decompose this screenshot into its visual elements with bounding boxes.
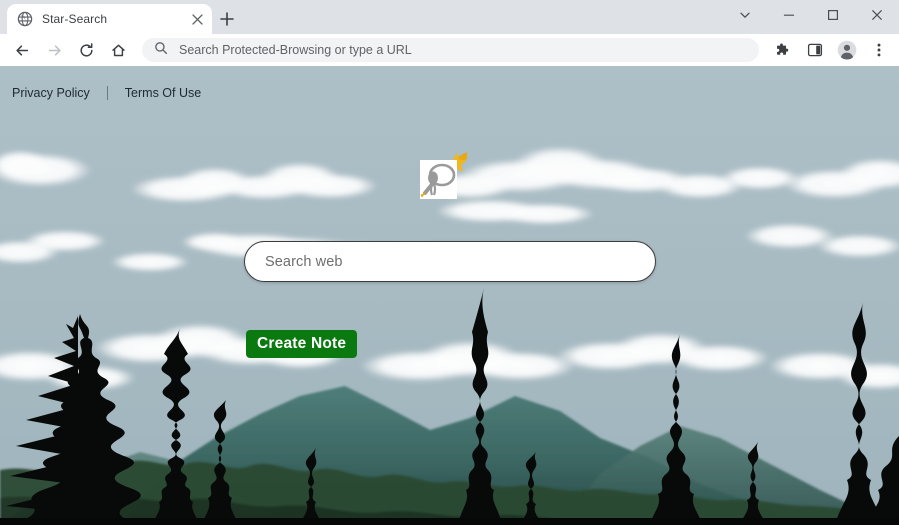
forest-sky-background — [0, 66, 899, 525]
extensions-button[interactable] — [769, 36, 797, 64]
side-panel-button[interactable] — [801, 36, 829, 64]
profile-avatar-icon — [837, 40, 857, 60]
tab-strip: Star-Search — [0, 0, 899, 34]
privacy-policy-link[interactable]: Privacy Policy — [12, 86, 90, 100]
forward-arrow-icon — [46, 42, 63, 59]
three-dot-menu-button[interactable] — [865, 36, 893, 64]
close-window-button[interactable] — [855, 0, 899, 30]
maximize-button[interactable] — [811, 0, 855, 30]
browser-toolbar: Search Protected-Browsing or type a URL — [0, 34, 899, 66]
create-note-button[interactable]: Create Note — [246, 330, 358, 358]
plus-icon — [220, 11, 234, 31]
tab-title: Star-Search — [42, 12, 108, 26]
reload-button[interactable] — [72, 36, 100, 64]
page-content: Privacy Policy Terms Of Use Search web C… — [0, 66, 899, 525]
star-search-logo — [417, 150, 467, 202]
address-bar[interactable]: Search Protected-Browsing or type a URL — [142, 38, 759, 62]
browser-window: Star-Search Search Protected-Browsing or… — [0, 0, 899, 525]
home-icon — [110, 42, 127, 59]
minimize-button[interactable] — [767, 0, 811, 30]
profile-button[interactable] — [833, 36, 861, 64]
window-controls — [723, 0, 899, 30]
globe-icon — [17, 11, 33, 27]
chevron-down-icon — [739, 9, 751, 21]
home-button[interactable] — [104, 36, 132, 64]
minimize-icon — [783, 9, 795, 21]
three-dot-menu-icon — [871, 42, 887, 58]
forward-button[interactable] — [40, 36, 68, 64]
address-bar-text: Search Protected-Browsing or type a URL — [179, 43, 412, 57]
back-arrow-icon — [14, 42, 31, 59]
side-panel-icon — [807, 42, 823, 58]
web-search-input[interactable]: Search web — [244, 241, 656, 282]
terms-of-use-link[interactable]: Terms Of Use — [125, 86, 201, 100]
close-icon — [871, 9, 883, 21]
link-separator — [106, 86, 108, 100]
maximize-icon — [827, 9, 839, 21]
tab-search-button[interactable] — [723, 0, 767, 30]
back-button[interactable] — [8, 36, 36, 64]
toolbar-right-actions — [765, 36, 899, 64]
browser-tab[interactable]: Star-Search — [7, 4, 212, 34]
new-tab-button[interactable] — [214, 8, 240, 34]
close-icon[interactable] — [188, 10, 206, 28]
search-icon — [154, 41, 168, 60]
footer-links: Privacy Policy Terms Of Use — [12, 86, 201, 100]
puzzle-piece-icon — [775, 42, 791, 58]
reload-icon — [78, 42, 95, 59]
web-search-placeholder: Search web — [265, 253, 343, 270]
browser-chrome: Star-Search Search Protected-Browsing or… — [0, 0, 899, 66]
